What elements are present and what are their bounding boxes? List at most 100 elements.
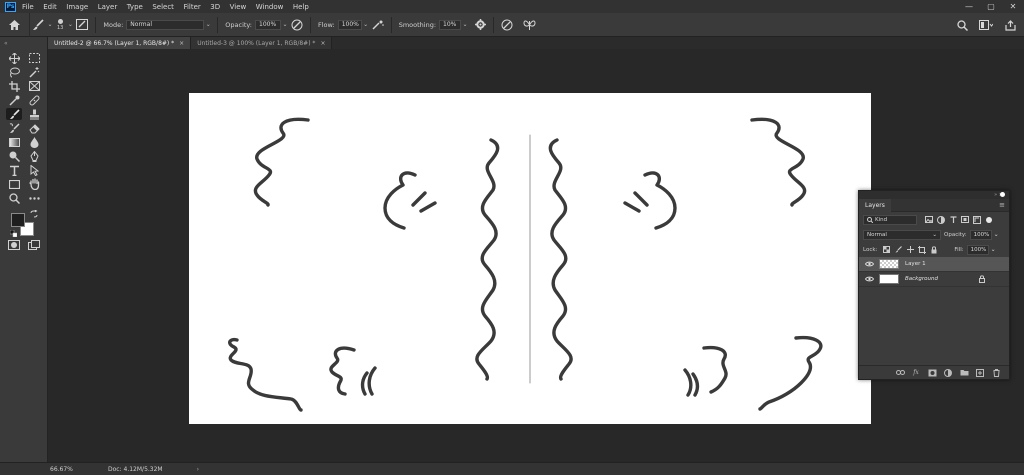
marquee-tool[interactable]	[26, 52, 42, 64]
swap-colors-icon[interactable]	[30, 210, 38, 218]
flow-input[interactable]: 100%	[337, 19, 362, 30]
menu-type[interactable]: Type	[127, 3, 143, 11]
chevron-down-icon[interactable]: ⌄	[204, 20, 212, 30]
menu-help[interactable]: Help	[293, 3, 309, 11]
dodge-tool[interactable]	[6, 150, 22, 162]
menu-select[interactable]: Select	[152, 3, 174, 11]
chevron-down-icon[interactable]: ⌄	[362, 20, 370, 30]
visibility-toggle[interactable]	[863, 261, 875, 267]
symmetry-button[interactable]	[521, 17, 537, 33]
brush-settings-panel-button[interactable]	[74, 17, 90, 33]
chevron-down-icon[interactable]: ⌄	[461, 20, 469, 30]
screen-mode-button[interactable]	[26, 239, 42, 251]
pressure-opacity-button[interactable]	[289, 17, 305, 33]
collapse-toolbar-icon[interactable]: «	[4, 40, 8, 47]
quick-selection-tool[interactable]	[26, 66, 42, 78]
filter-type-button[interactable]	[947, 215, 959, 225]
tab-untitled-3[interactable]: Untitled-3 @ 100% (Layer 1, RGB/8#) * ×	[191, 37, 333, 49]
menu-window[interactable]: Window	[256, 3, 284, 11]
path-selection-tool[interactable]	[26, 164, 42, 176]
menu-file[interactable]: File	[22, 3, 34, 11]
lock-all-button[interactable]	[928, 245, 940, 255]
tab-layers[interactable]: Layers	[859, 198, 891, 212]
pen-tool[interactable]	[26, 150, 42, 162]
smoothing-input[interactable]: 10%	[439, 19, 462, 30]
new-layer-button[interactable]	[975, 368, 985, 378]
link-layers-button[interactable]	[895, 368, 905, 378]
document-canvas[interactable]	[189, 93, 871, 424]
filter-toggle-icon[interactable]	[986, 216, 992, 223]
lasso-tool[interactable]	[6, 66, 22, 78]
smoothing-options-button[interactable]	[472, 17, 488, 33]
more-tools-button[interactable]	[26, 192, 42, 204]
healing-brush-tool[interactable]	[26, 94, 42, 106]
chevron-down-icon[interactable]: ⌄	[281, 20, 289, 30]
quick-mask-button[interactable]	[6, 239, 22, 251]
mode-select[interactable]: Normal	[126, 19, 205, 30]
airbrush-button[interactable]	[370, 17, 386, 33]
filter-smart-object-button[interactable]	[971, 215, 983, 225]
visibility-toggle[interactable]	[863, 276, 875, 282]
panel-menu-icon[interactable]: ≡	[999, 201, 1005, 209]
move-tool[interactable]	[6, 52, 22, 64]
lock-transparent-button[interactable]	[880, 245, 892, 255]
menu-image[interactable]: Image	[66, 3, 88, 11]
menu-filter[interactable]: Filter	[183, 3, 200, 11]
tab-untitled-2[interactable]: Untitled-2 @ 66.7% (Layer 1, RGB/8#) * ×	[48, 37, 192, 49]
panel-drag-handle[interactable]	[1000, 192, 1005, 197]
new-group-button[interactable]	[959, 368, 969, 378]
gradient-tool[interactable]	[6, 136, 22, 148]
hand-tool[interactable]	[26, 178, 42, 190]
menu-3d[interactable]: 3D	[210, 3, 220, 11]
menu-layer[interactable]: Layer	[98, 3, 118, 11]
eraser-tool[interactable]	[26, 122, 42, 134]
home-button[interactable]	[0, 12, 30, 37]
new-adjustment-layer-button[interactable]	[943, 368, 953, 378]
default-colors-icon[interactable]	[10, 230, 17, 237]
lock-image-button[interactable]	[892, 245, 904, 255]
chevron-down-icon[interactable]: ⌄	[46, 20, 54, 30]
add-layer-style-button[interactable]: fx	[911, 368, 921, 378]
chevron-right-icon[interactable]: ›	[197, 466, 199, 473]
opacity-input[interactable]: 100%	[255, 19, 281, 30]
close-icon[interactable]: ×	[179, 40, 184, 47]
filter-shape-button[interactable]	[959, 215, 971, 225]
layer-row-layer-1[interactable]: Layer 1	[859, 257, 1009, 272]
close-button[interactable]: ✕	[1002, 0, 1024, 13]
filter-pixel-button[interactable]	[923, 215, 935, 225]
close-icon[interactable]: ×	[320, 40, 325, 47]
foreground-color-swatch[interactable]	[11, 213, 25, 227]
filter-kind-select[interactable]: Kind	[863, 214, 917, 225]
fill-input[interactable]: 100%	[966, 244, 989, 255]
lock-position-button[interactable]	[904, 245, 916, 255]
chevron-down-icon[interactable]: ⌄	[991, 246, 996, 253]
maximize-button[interactable]: ▢	[980, 0, 1002, 13]
brush-size-picker[interactable]: 13	[57, 18, 63, 31]
rectangle-tool[interactable]	[6, 178, 22, 190]
chevron-down-icon[interactable]: ⌄	[994, 231, 999, 238]
type-tool[interactable]	[6, 164, 22, 176]
brush-tool[interactable]	[6, 108, 22, 120]
layer-row-background[interactable]: Background	[859, 272, 1009, 287]
layer-opacity-input[interactable]: 100%	[969, 229, 992, 240]
crop-tool[interactable]	[6, 80, 22, 92]
delete-layer-button[interactable]	[991, 368, 1001, 378]
photoshop-logo[interactable]: Ps	[5, 1, 16, 12]
brush-tool-preset-button[interactable]	[30, 17, 46, 33]
menu-view[interactable]: View	[230, 3, 247, 11]
minimize-button[interactable]: —	[958, 0, 980, 13]
filter-adjustment-button[interactable]	[935, 215, 947, 225]
frame-tool[interactable]	[26, 80, 42, 92]
blur-tool[interactable]	[26, 136, 42, 148]
layer-name[interactable]: Layer 1	[905, 261, 926, 267]
blend-mode-select[interactable]: Normal ⌄	[863, 229, 941, 240]
workspace-button[interactable]	[978, 17, 994, 33]
add-mask-button[interactable]	[927, 368, 937, 378]
search-button[interactable]	[954, 17, 970, 33]
lock-artboard-button[interactable]	[916, 245, 928, 255]
pressure-size-button[interactable]	[499, 17, 515, 33]
menu-edit[interactable]: Edit	[43, 3, 57, 11]
zoom-tool[interactable]	[6, 192, 22, 204]
layer-name[interactable]: Background	[905, 276, 938, 282]
history-brush-tool[interactable]	[6, 122, 22, 134]
